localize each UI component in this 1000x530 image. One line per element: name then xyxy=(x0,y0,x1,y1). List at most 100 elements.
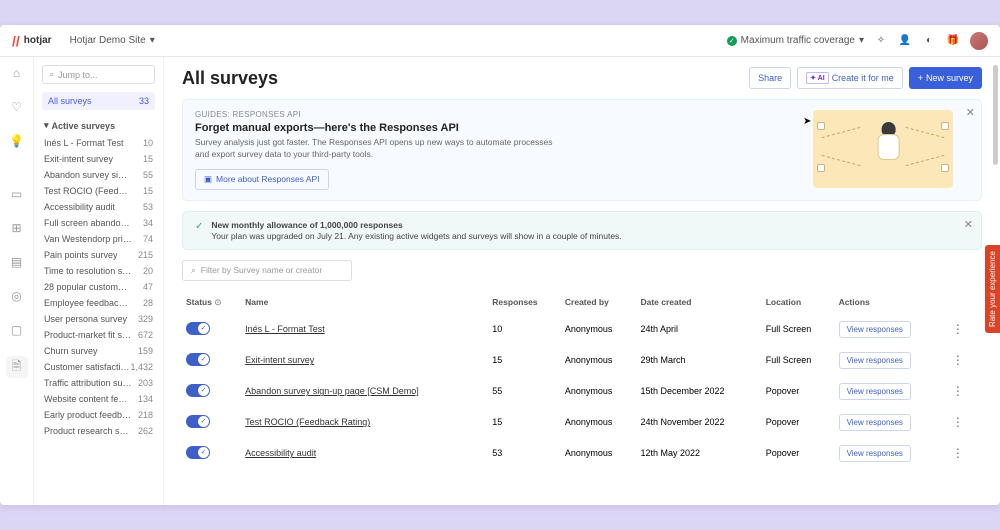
banner-breadcrumb: GUIDES: RESPONSES API xyxy=(195,110,813,119)
sidebar-item[interactable]: Test ROCIO (Feedback Rati...15 xyxy=(42,183,155,199)
survey-link[interactable]: Exit-intent survey xyxy=(245,355,314,365)
new-survey-button[interactable]: +New survey xyxy=(909,67,982,89)
traffic-indicator[interactable]: ✓Maximum traffic coverage▾ xyxy=(727,35,864,46)
view-responses-button[interactable]: View responses xyxy=(839,445,911,462)
status-toggle[interactable] xyxy=(186,322,210,335)
responses-cell: 53 xyxy=(488,438,561,469)
view-responses-button[interactable]: View responses xyxy=(839,414,911,431)
scrollbar[interactable] xyxy=(993,65,998,165)
sidebar-item[interactable]: Pain points survey215 xyxy=(42,247,155,263)
heatmaps-icon[interactable]: ⊞ xyxy=(9,220,25,236)
close-icon[interactable]: ✕ xyxy=(964,218,973,231)
bulb-icon[interactable]: 💡 xyxy=(9,133,25,149)
all-surveys-filter[interactable]: All surveys33 xyxy=(42,92,155,110)
compass-icon[interactable]: ◐ xyxy=(922,34,936,48)
kebab-icon[interactable]: ⋮ xyxy=(948,446,968,460)
view-responses-button[interactable]: View responses xyxy=(839,383,911,400)
col-actions: Actions xyxy=(835,291,944,314)
sidebar-item[interactable]: Van Westendorp price sen...74 xyxy=(42,231,155,247)
kebab-icon[interactable]: ⋮ xyxy=(948,384,968,398)
created-by-cell: Anonymous xyxy=(561,376,637,407)
sidebar-item[interactable]: Product-market fit survey672 xyxy=(42,327,155,343)
sidebar-item[interactable]: Time to resolution survey (...20 xyxy=(42,263,155,279)
table-row: Test ROCIO (Feedback Rating)15Anonymous2… xyxy=(182,407,982,438)
banner-illustration: ➤ xyxy=(813,110,953,188)
sort-icon: ⊙ xyxy=(214,297,221,307)
col-created-by[interactable]: Created by xyxy=(561,291,637,314)
sidebar-item[interactable]: Full screen abandon [CSM ...34 xyxy=(42,215,155,231)
date-cell: 24th April xyxy=(636,314,761,345)
logo: //hotjar xyxy=(12,33,52,49)
sidebar-item[interactable]: 28 popular customer feed...47 xyxy=(42,279,155,295)
main-content: All surveys Share ✦ AICreate it for me +… xyxy=(164,57,1000,505)
check-circle-icon: ✓ xyxy=(195,221,203,232)
site-selector[interactable]: Hotjar Demo Site▾ xyxy=(70,35,155,46)
sidebar-item[interactable]: User persona survey329 xyxy=(42,311,155,327)
col-status[interactable]: Status ⊙ xyxy=(182,291,241,314)
view-responses-button[interactable]: View responses xyxy=(839,321,911,338)
avatar[interactable] xyxy=(970,32,988,50)
puzzle-icon[interactable]: ✧ xyxy=(874,34,888,48)
sidebar-item[interactable]: Traffic attribution survey203 xyxy=(42,375,155,391)
sidebar-item[interactable]: Exit-intent survey15 xyxy=(42,151,155,167)
sidebar-item[interactable]: Employee feedback survey28 xyxy=(42,295,155,311)
col-name[interactable]: Name xyxy=(241,291,488,314)
sidebar-item[interactable]: Early product feedback for...218 xyxy=(42,407,155,423)
rate-experience-tab[interactable]: Rate your experience xyxy=(985,245,1000,333)
share-button[interactable]: Share xyxy=(749,67,791,89)
page-title: All surveys xyxy=(182,68,278,89)
filter-input[interactable]: ⌕Filter by Survey name or creator xyxy=(182,260,352,281)
sidebar-item[interactable]: Customer satisfaction (...1,432 xyxy=(42,359,155,375)
location-cell: Full Screen xyxy=(762,345,835,376)
sidebar-item[interactable]: Inés L - Format Test10 xyxy=(42,135,155,151)
doc-icon: ▣ xyxy=(204,174,212,185)
responses-cell: 15 xyxy=(488,407,561,438)
icon-rail: ⌂ ♡ 💡 ▭ ⊞ ▤ ◎ ▢ 🗎 xyxy=(0,57,34,505)
allowance-notice: ✓ New monthly allowance of 1,000,000 res… xyxy=(182,211,982,250)
bulb-icon[interactable]: ♡ xyxy=(9,99,25,115)
created-by-cell: Anonymous xyxy=(561,438,637,469)
active-surveys-header[interactable]: ▾Active surveys xyxy=(42,116,155,135)
kebab-icon[interactable]: ⋮ xyxy=(948,415,968,429)
surveys-table: Status ⊙ Name Responses Created by Date … xyxy=(182,291,982,469)
status-toggle[interactable] xyxy=(186,446,210,459)
table-row: Abandon survey sign-up page [CSM Demo] 55… xyxy=(182,376,982,407)
feedback-icon[interactable]: ▢ xyxy=(9,322,25,338)
funnels-icon[interactable]: ▤ xyxy=(9,254,25,270)
view-responses-button[interactable]: View responses xyxy=(839,352,911,369)
close-icon[interactable]: ✕ xyxy=(966,106,975,119)
survey-link[interactable]: Abandon survey sign-up page [CSM Demo] xyxy=(245,386,419,396)
status-toggle[interactable] xyxy=(186,415,210,428)
user-add-icon[interactable]: 👤 xyxy=(898,34,912,48)
created-by-cell: Anonymous xyxy=(561,407,637,438)
responses-cell: 15 xyxy=(488,345,561,376)
banner-cta-button[interactable]: ▣More about Responses API xyxy=(195,169,329,190)
recordings-icon[interactable]: ▭ xyxy=(9,186,25,202)
engage-icon[interactable]: ◎ xyxy=(9,288,25,304)
date-cell: 12th May 2022 xyxy=(636,438,761,469)
survey-link[interactable]: Inés L - Format Test xyxy=(245,324,325,334)
survey-link[interactable]: Test ROCIO (Feedback Rating) xyxy=(245,417,370,427)
home-icon[interactable]: ⌂ xyxy=(9,65,25,81)
status-toggle[interactable] xyxy=(186,384,210,397)
sidebar-item[interactable]: Product research survey262 xyxy=(42,423,155,439)
create-ai-button[interactable]: ✦ AICreate it for me xyxy=(797,67,903,89)
col-location[interactable]: Location xyxy=(762,291,835,314)
location-cell: Popover xyxy=(762,407,835,438)
responses-cell: 55 xyxy=(488,376,561,407)
surveys-icon[interactable]: 🗎 xyxy=(6,356,28,378)
sidebar-item[interactable]: Abandon survey sign-up p...55 xyxy=(42,167,155,183)
kebab-icon[interactable]: ⋮ xyxy=(948,322,968,336)
notice-desc: Your plan was upgraded on July 21. Any e… xyxy=(211,231,621,241)
jump-input[interactable]: ⌕Jump to... xyxy=(42,65,155,84)
responses-cell: 10 xyxy=(488,314,561,345)
sidebar-item[interactable]: Website content feedback...134 xyxy=(42,391,155,407)
gift-icon[interactable]: 🎁 xyxy=(946,34,960,48)
survey-link[interactable]: Accessibility audit xyxy=(245,448,316,458)
status-toggle[interactable] xyxy=(186,353,210,366)
col-responses[interactable]: Responses xyxy=(488,291,561,314)
kebab-icon[interactable]: ⋮ xyxy=(948,353,968,367)
sidebar-item[interactable]: Churn survey159 xyxy=(42,343,155,359)
col-date[interactable]: Date created xyxy=(636,291,761,314)
sidebar-item[interactable]: Accessibility audit53 xyxy=(42,199,155,215)
